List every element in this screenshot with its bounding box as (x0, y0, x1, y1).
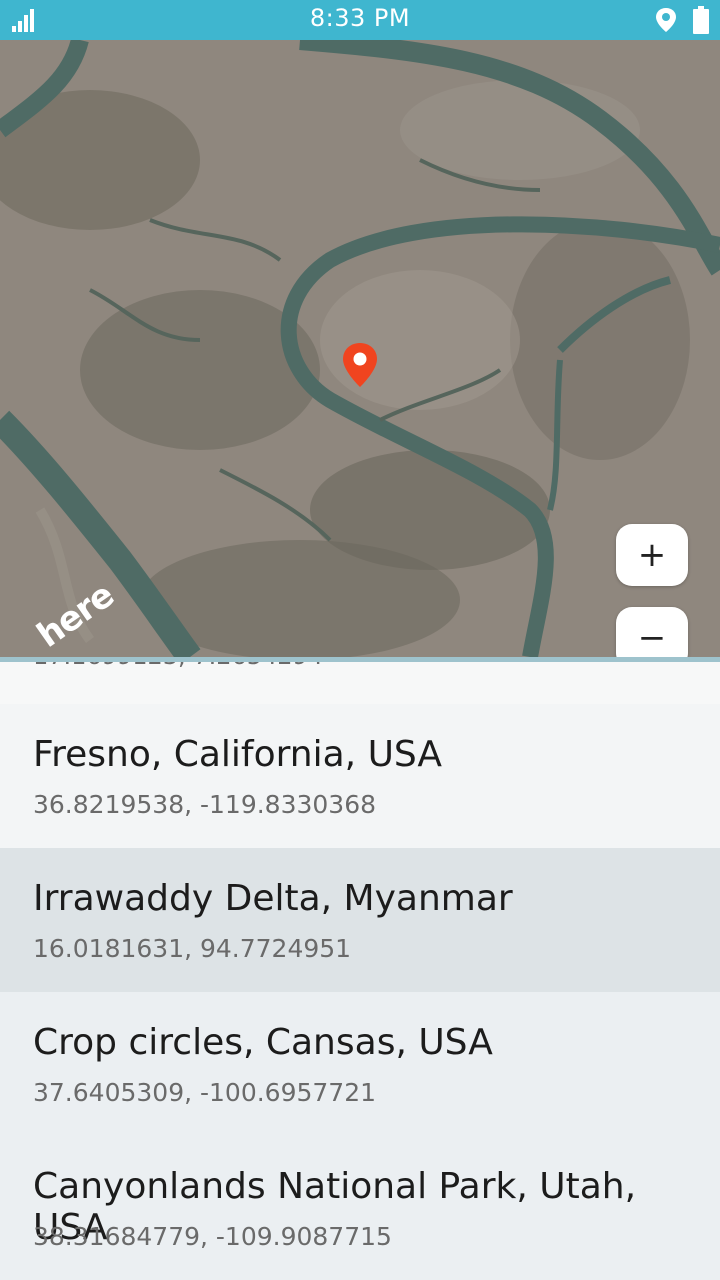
zoom-in-button[interactable]: + (616, 524, 688, 586)
list-item-coords: 36.8219538, -119.8330368 (33, 790, 377, 819)
list-item-coords: 17.1699123, 7.2654294 (33, 662, 323, 670)
zoom-out-button[interactable]: − (616, 607, 688, 657)
list-item[interactable]: Crop circles, Cansas, USA 37.6405309, -1… (0, 992, 720, 1136)
list-item-selected[interactable]: Irrawaddy Delta, Myanmar 16.0181631, 94.… (0, 848, 720, 992)
status-time: 8:33 PM (309, 4, 411, 32)
location-icon (656, 8, 676, 32)
list-item-name: Irrawaddy Delta, Myanmar (33, 878, 513, 919)
satellite-map[interactable]: here + − (0, 40, 720, 657)
list-item-name: Fresno, California, USA (33, 734, 443, 775)
list-item[interactable]: Canyonlands National Park, Utah, USA 38.… (0, 1136, 720, 1280)
list-item-name: Crop circles, Cansas, USA (33, 1022, 493, 1063)
battery-icon (693, 6, 709, 34)
map-pin-icon[interactable] (341, 342, 379, 388)
location-list[interactable]: 17.1699123, 7.2654294 Fresno, California… (0, 662, 720, 1280)
list-item-coords: 38.31684779, -109.9087715 (33, 1222, 392, 1251)
list-item[interactable]: Fresno, California, USA 36.8219538, -119… (0, 704, 720, 848)
list-item-coords: 37.6405309, -100.6957721 (33, 1078, 377, 1107)
status-bar: 8:33 PM (0, 0, 720, 40)
list-item-coords: 16.0181631, 94.7724951 (33, 934, 352, 963)
list-item[interactable]: 17.1699123, 7.2654294 (0, 662, 720, 704)
